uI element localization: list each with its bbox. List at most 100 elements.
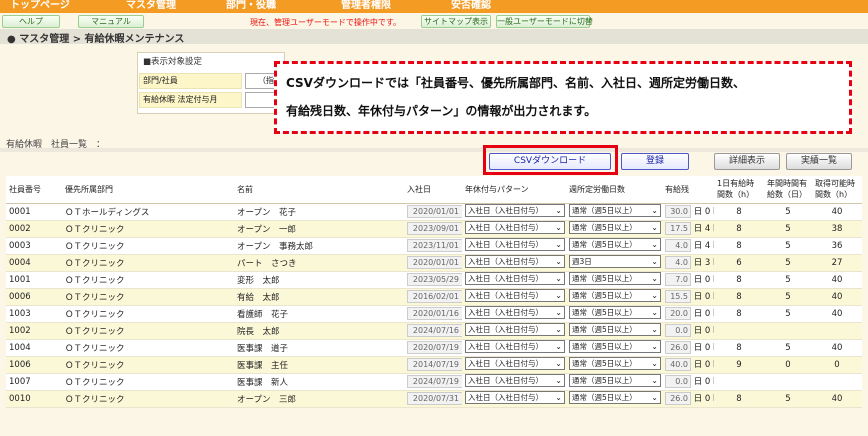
nav-master[interactable]: マスタ管理 (126, 0, 176, 12)
unit-day: 日 (693, 326, 703, 336)
unit-day: 日 (693, 258, 703, 268)
switch-user-mode-button[interactable]: 一般ユーザーモードに切替 (496, 15, 593, 28)
grant-pattern-select[interactable]: 入社日（入社日付与） ⌄ (465, 271, 565, 285)
weekly-days-select[interactable]: 通常（週5日以上） ⌄ (569, 237, 661, 251)
leave-balance: 30.0 (665, 205, 691, 218)
top-nav-bar: トップページ マスタ管理 部門・役職 管理者権限 安否確認 (0, 0, 868, 13)
chevron-down-icon: ⌄ (555, 239, 562, 249)
available-hours (812, 322, 862, 340)
chevron-down-icon: ⌄ (651, 273, 658, 283)
chevron-down-icon: ⌄ (555, 358, 562, 368)
grant-pattern-select[interactable]: 入社日（入社日付与） ⌄ (465, 237, 565, 251)
grant-pattern-value: 入社日（入社日付与） (468, 375, 543, 385)
weekly-days-value: 通常（週5日以上） (572, 205, 637, 215)
grant-pattern-select[interactable]: 入社日（入社日付与） ⌄ (465, 254, 565, 268)
employee-id: 0010 (6, 390, 62, 408)
nav-admin[interactable]: 管理者権限 (341, 0, 391, 12)
leave-balance: 26.0 (665, 392, 691, 405)
available-hours: 36 (812, 237, 862, 255)
grant-pattern-select[interactable]: 入社日（入社日付与） ⌄ (465, 288, 565, 302)
chevron-down-icon: ⌄ (555, 392, 562, 402)
weekly-days-select[interactable]: 通常（週5日以上） ⌄ (569, 373, 661, 387)
leave-hours: 0 (704, 360, 711, 370)
available-hours: 0 (812, 356, 862, 374)
annual-hour-days: 5 (764, 271, 812, 289)
weekly-days-select[interactable]: 通常（週5日以上） ⌄ (569, 288, 661, 302)
chevron-down-icon: ⌄ (555, 256, 562, 266)
grant-pattern-select[interactable]: 入社日（入社日付与） ⌄ (465, 390, 565, 404)
hire-date: 2020/07/19 (407, 341, 462, 354)
grant-pattern-select[interactable]: 入社日（入社日付与） ⌄ (465, 356, 565, 370)
daily-hours (714, 322, 764, 340)
chevron-down-icon: ⌄ (555, 307, 562, 317)
weekly-days-value: 通常（週5日以上） (572, 324, 637, 334)
employee-name: 医事課 道子 (234, 339, 404, 357)
daily-hours: 8 (714, 390, 764, 408)
sitemap-button[interactable]: サイトマップ表示 (421, 15, 491, 28)
header-name: 名前 (234, 176, 404, 204)
leave-balance: 15.5 (665, 290, 691, 303)
table-row: 0002 ＯＴクリニック オープン 一郎 2023/09/01 入社日（入社日付与） ⌄ 通… (6, 220, 862, 238)
employee-id: 0001 (6, 203, 62, 221)
weekly-days-value: 通常（週5日以上） (572, 290, 637, 300)
employee-name: 変形 太郎 (234, 271, 404, 289)
nav-safety[interactable]: 安否確認 (451, 0, 491, 12)
unit-day: 日 (693, 343, 703, 353)
unit-day: 日 (693, 292, 703, 302)
weekly-days-select[interactable]: 通常（週5日以上） ⌄ (569, 271, 661, 285)
department: ＯＴクリニック (62, 356, 234, 374)
available-hours: 40 (812, 305, 862, 323)
weekly-days-select[interactable]: 通常（週5日以上） ⌄ (569, 220, 661, 234)
unit-hour: h (713, 207, 714, 217)
grant-pattern-select[interactable]: 入社日（入社日付与） ⌄ (465, 339, 565, 353)
weekly-days-select[interactable]: 通常（週5日以上） ⌄ (569, 203, 661, 217)
actual-list-button[interactable]: 実績一覧 (786, 153, 852, 170)
unit-hour: h (713, 241, 714, 251)
weekly-days-select[interactable]: 通常（週5日以上） ⌄ (569, 322, 661, 336)
nav-top-page[interactable]: トップページ (10, 0, 70, 12)
department: ＯＴクリニック (62, 339, 234, 357)
weekly-days-select[interactable]: 通常（週5日以上） ⌄ (569, 356, 661, 370)
weekly-days-value: 通常（週5日以上） (572, 222, 637, 232)
unit-day: 日 (693, 394, 703, 404)
header-hire-date: 入社日 (404, 176, 462, 204)
leave-hours: 0 (704, 394, 711, 404)
available-hours: 38 (812, 220, 862, 238)
weekly-days-select[interactable]: 週3日 ⌄ (569, 254, 661, 268)
register-button[interactable]: 登録 (621, 153, 689, 170)
table-header-row: 社員番号 優先所属部門 名前 入社日 年休付与パターン 週所定労働日数 有給残 … (6, 176, 862, 204)
leave-balance: 4.0 (665, 239, 691, 252)
grant-pattern-select[interactable]: 入社日（入社日付与） ⌄ (465, 373, 565, 387)
weekly-days-select[interactable]: 通常（週5日以上） ⌄ (569, 305, 661, 319)
employee-name: オープン 事務太郎 (234, 237, 404, 255)
grant-pattern-select[interactable]: 入社日（入社日付与） ⌄ (465, 322, 565, 336)
weekly-days-select[interactable]: 通常（週5日以上） ⌄ (569, 390, 661, 404)
unit-hour: h (713, 224, 714, 234)
grant-pattern-select[interactable]: 入社日（入社日付与） ⌄ (465, 220, 565, 234)
employee-name: 有給 太郎 (234, 288, 404, 306)
hire-date: 2024/07/16 (407, 324, 462, 337)
daily-hours: 8 (714, 305, 764, 323)
grant-pattern-select[interactable]: 入社日（入社日付与） ⌄ (465, 203, 565, 217)
leave-hours: 4 (704, 224, 711, 234)
table-row: 0006 ＯＴクリニック 有給 太郎 2016/02/01 入社日（入社日付与） ⌄ 通常（… (6, 288, 862, 306)
weekly-days-value: 週3日 (572, 256, 592, 266)
manual-button[interactable]: マニュアル (78, 15, 144, 28)
dept-employee-label: 部門/社員 (139, 73, 242, 89)
weekly-days-select[interactable]: 通常（週5日以上） ⌄ (569, 339, 661, 353)
unit-hour: h (713, 275, 714, 285)
chevron-down-icon: ⌄ (651, 307, 658, 317)
employee-id: 1007 (6, 373, 62, 391)
leave-hours: 0 (704, 207, 711, 217)
employee-id: 0004 (6, 254, 62, 272)
csv-download-button[interactable]: CSVダウンロード (489, 153, 611, 170)
grant-pattern-value: 入社日（入社日付与） (468, 205, 543, 215)
grant-pattern-select[interactable]: 入社日（入社日付与） ⌄ (465, 305, 565, 319)
detail-view-button[interactable]: 詳細表示 (714, 153, 780, 170)
nav-department[interactable]: 部門・役職 (226, 0, 276, 12)
employee-id: 1004 (6, 339, 62, 357)
grant-pattern-value: 入社日（入社日付与） (468, 222, 543, 232)
employee-name: 看護師 花子 (234, 305, 404, 323)
unit-hour: h (713, 394, 714, 404)
help-button[interactable]: ヘルプ (2, 15, 60, 28)
